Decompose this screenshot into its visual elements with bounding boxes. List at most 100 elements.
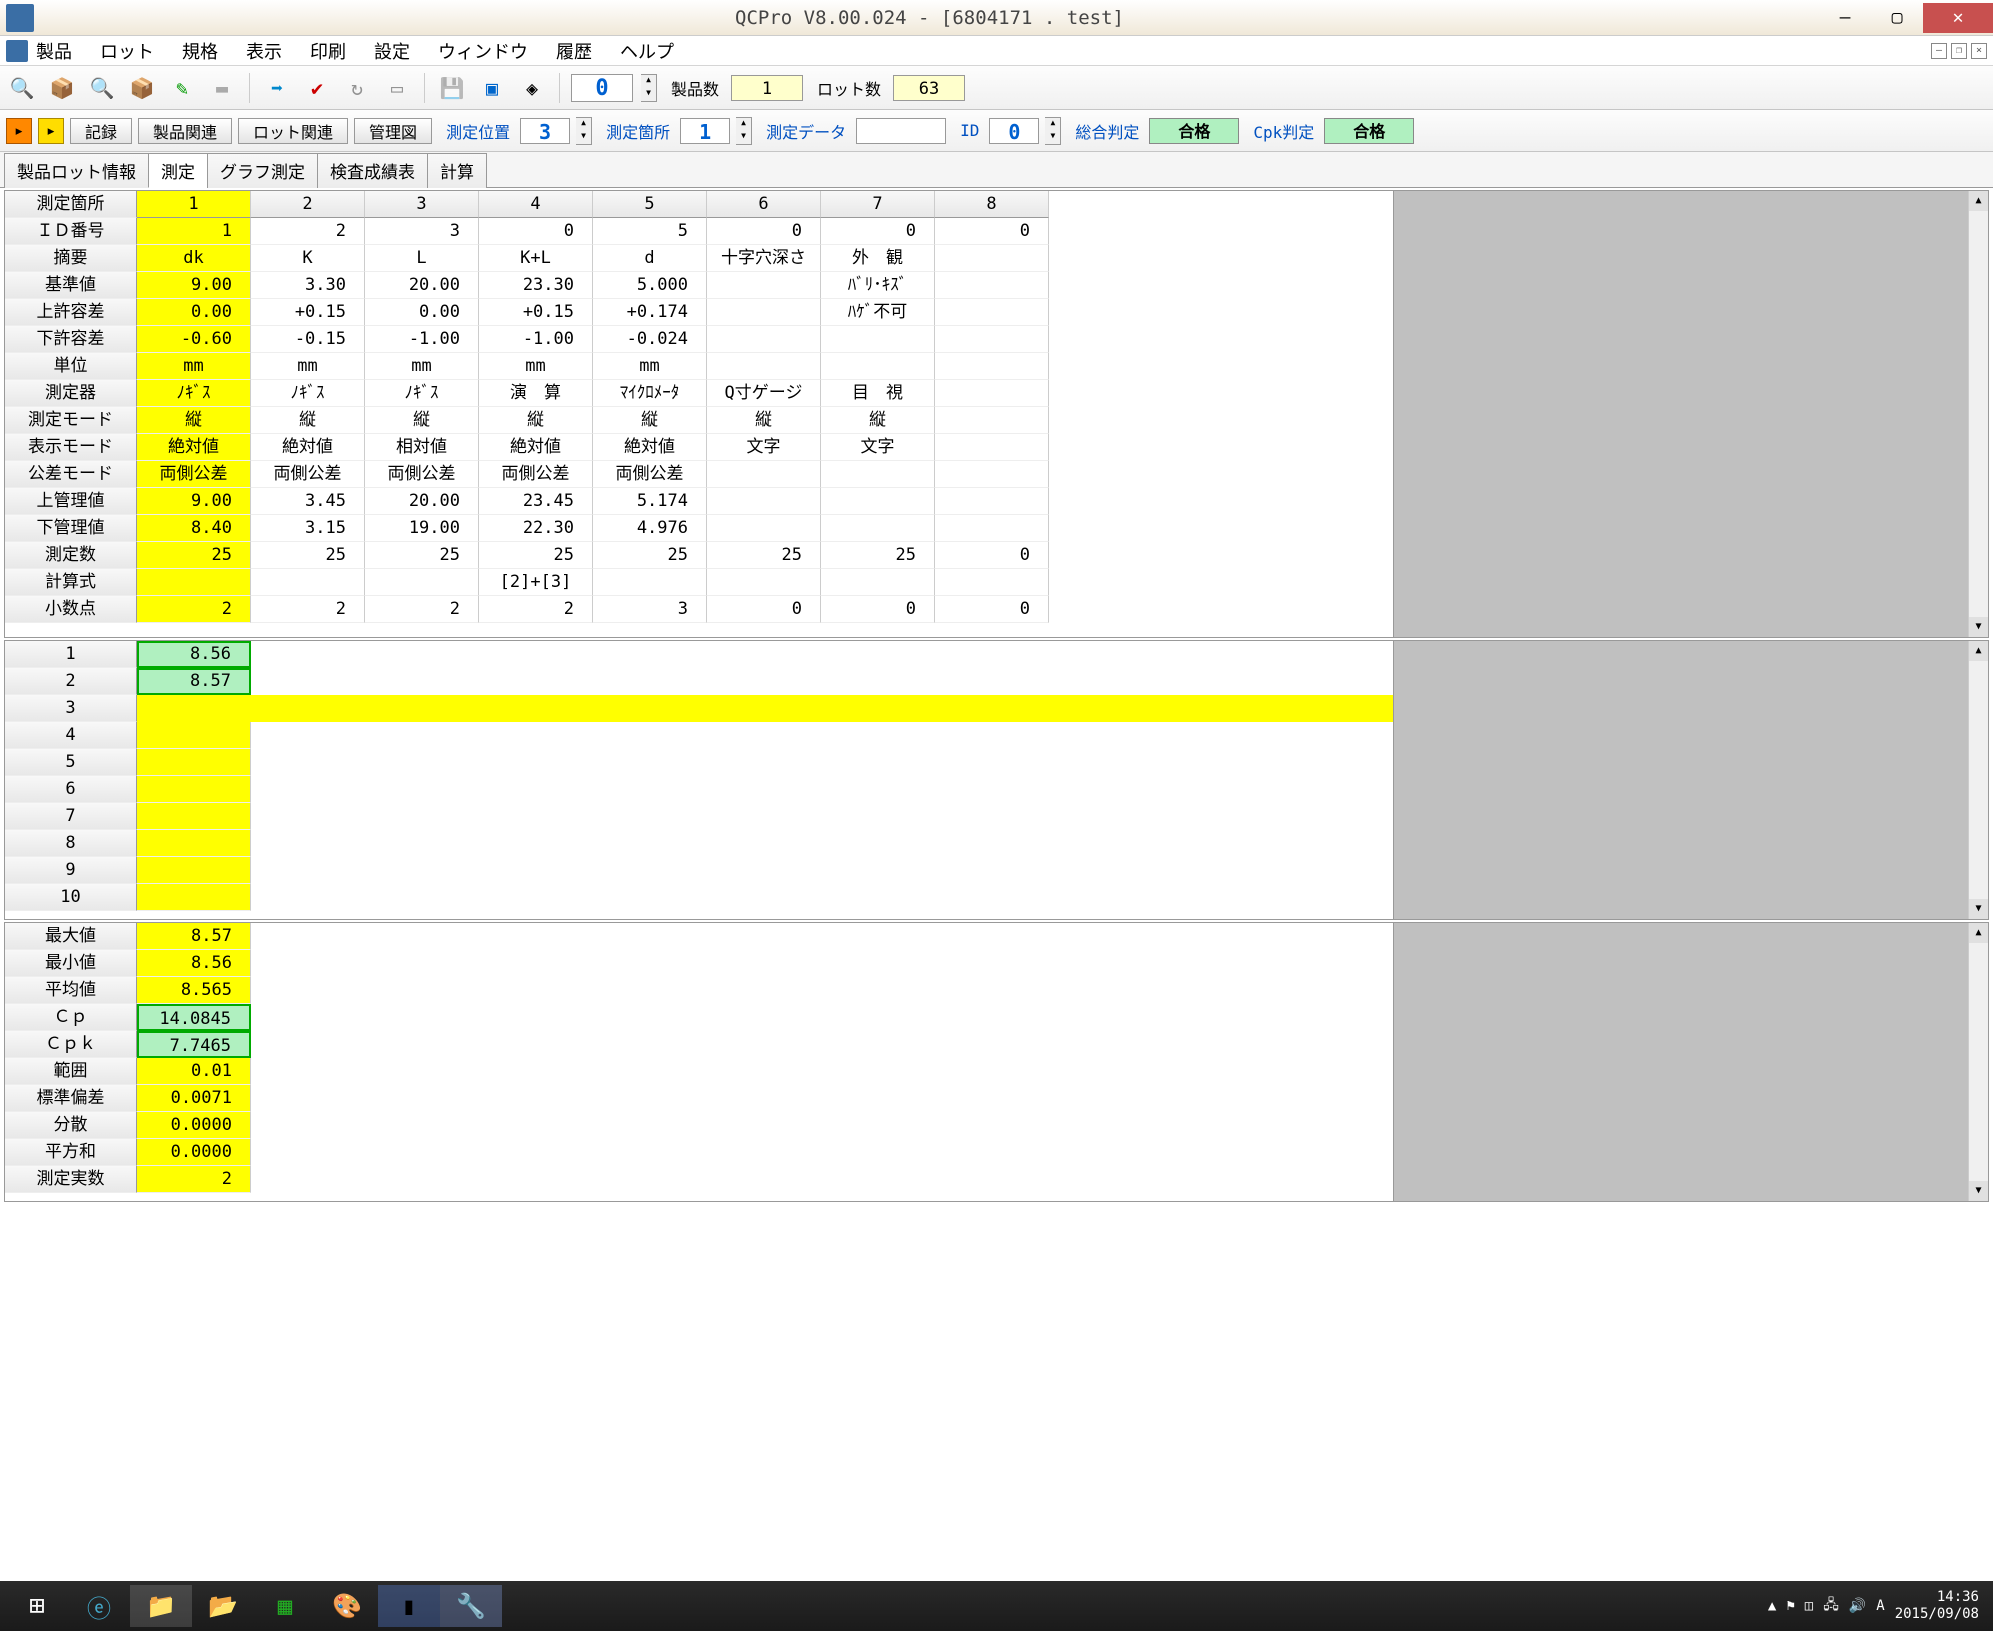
stat-rowheader: 範囲	[5, 1058, 137, 1085]
stat-rowheader: 分散	[5, 1112, 137, 1139]
start-button[interactable]: ⊞	[6, 1585, 68, 1627]
tab-graph[interactable]: グラフ測定	[207, 153, 318, 188]
id-value[interactable]: 0	[989, 118, 1039, 144]
meas-place-label: 測定箇所	[606, 119, 670, 143]
spec-scrollbar[interactable]: ▲▼	[1968, 191, 1988, 637]
clock[interactable]: 14:36 2015/09/08	[1895, 1589, 1987, 1623]
task-app2[interactable]: 🔧	[440, 1585, 502, 1627]
menu-spec[interactable]: 規格	[182, 38, 218, 64]
spec-cell	[707, 461, 821, 488]
meas-place-value[interactable]: 1	[680, 118, 730, 144]
mdi-restore-icon[interactable]: ❐	[1951, 43, 1967, 59]
spec-cell: 2	[251, 596, 365, 623]
search-box-icon[interactable]: 🔍	[6, 72, 38, 104]
spec-cell: 0	[935, 596, 1049, 623]
product-related-button[interactable]: 製品関連	[138, 118, 232, 144]
maximize-button[interactable]: ▢	[1871, 3, 1923, 33]
task-app1[interactable]: ▮	[378, 1585, 440, 1627]
spec-cell: 0	[707, 218, 821, 245]
spec-cell	[935, 515, 1049, 542]
measure-scrollbar[interactable]: ▲▼	[1968, 641, 1988, 919]
flag-yellow-icon[interactable]: ▸	[38, 118, 64, 144]
menu-history[interactable]: 履歴	[556, 38, 592, 64]
task-ie[interactable]: ⓔ	[68, 1585, 130, 1627]
task-folder[interactable]: 📂	[192, 1585, 254, 1627]
meas-pos-value[interactable]: 3	[520, 118, 570, 144]
spec-cell: 縦	[365, 407, 479, 434]
stat-rowheader: 測定実数	[5, 1166, 137, 1193]
tray-network-icon[interactable]: 🖧	[1823, 1594, 1839, 1618]
record-button[interactable]: 記録	[70, 118, 132, 144]
spec-cell: 25	[479, 542, 593, 569]
tab-inspection[interactable]: 検査成績表	[317, 153, 428, 188]
spec-cell: 両側公差	[365, 461, 479, 488]
tray-flag-icon[interactable]: ▲	[1768, 1598, 1776, 1614]
stat-rowheader: 平均値	[5, 977, 137, 1004]
spec-cell	[137, 569, 251, 596]
stat-cell: 0.0000	[137, 1139, 251, 1166]
flag-orange-icon[interactable]: ▸	[6, 118, 32, 144]
mdi-close-icon[interactable]: ×	[1971, 43, 1987, 59]
doc-icon[interactable]: ▭	[381, 72, 413, 104]
spec-cell: d	[593, 245, 707, 272]
menu-settings[interactable]: 設定	[374, 38, 410, 64]
place-spinner[interactable]: ▲▼	[736, 117, 752, 145]
meas-data-input[interactable]	[856, 118, 946, 144]
target-icon[interactable]: ◈	[516, 72, 548, 104]
lot-related-button[interactable]: ロット関連	[238, 118, 348, 144]
refresh-icon[interactable]: ↻	[341, 72, 373, 104]
add-box-icon[interactable]: 📦	[46, 72, 78, 104]
export-icon[interactable]: ➡	[261, 72, 293, 104]
spec-rowheader: 単位	[5, 353, 137, 380]
menu-product[interactable]: 製品	[36, 38, 72, 64]
menu-lot[interactable]: ロット	[100, 38, 154, 64]
minimize-button[interactable]: —	[1819, 3, 1871, 33]
tab-product-lot[interactable]: 製品ロット情報	[4, 153, 149, 188]
meas-rowheader: 2	[5, 668, 137, 695]
add-box2-icon[interactable]: 📦	[126, 72, 158, 104]
save-icon[interactable]: 💾	[436, 72, 468, 104]
tab-measure[interactable]: 測定	[148, 153, 208, 188]
spec-cell: ﾊｹﾞ不可	[821, 299, 935, 326]
spec-rowheader: 上許容差	[5, 299, 137, 326]
counter-spinner[interactable]: ▲▼	[641, 74, 657, 102]
menu-print[interactable]: 印刷	[310, 38, 346, 64]
task-explorer[interactable]: 📁	[130, 1585, 192, 1627]
spec-cell	[935, 569, 1049, 596]
spec-cell: 23.45	[479, 488, 593, 515]
spec-cell: ﾏｲｸﾛﾒｰﾀ	[593, 380, 707, 407]
meas-cell	[137, 722, 251, 749]
tray-ime-icon[interactable]: A	[1876, 1598, 1884, 1614]
task-excel[interactable]: ▦	[254, 1585, 316, 1627]
spec-rowheader: 公差モード	[5, 461, 137, 488]
stat-rowheader: 標準偏差	[5, 1085, 137, 1112]
stat-cell: 2	[137, 1166, 251, 1193]
control-chart-button[interactable]: 管理図	[354, 118, 432, 144]
spec-cell: 4.976	[593, 515, 707, 542]
spec-cell	[935, 272, 1049, 299]
window-icon[interactable]: ▣	[476, 72, 508, 104]
id-spinner[interactable]: ▲▼	[1045, 117, 1061, 145]
menu-window[interactable]: ウィンドウ	[438, 38, 528, 64]
tray-shield-icon[interactable]: ◫	[1805, 1598, 1813, 1614]
tray-volume-icon[interactable]: 🔊	[1849, 1598, 1866, 1614]
pos-spinner[interactable]: ▲▼	[576, 117, 592, 145]
stat-cell: 0.01	[137, 1058, 251, 1085]
spec-cell: 縦	[251, 407, 365, 434]
cpk-value: 合格	[1324, 118, 1414, 144]
stats-scrollbar[interactable]: ▲▼	[1968, 923, 1988, 1201]
spec-cell: -1.00	[365, 326, 479, 353]
tab-calc[interactable]: 計算	[427, 153, 487, 188]
tray-flag2-icon[interactable]: ⚑	[1786, 1598, 1794, 1614]
close-button[interactable]: ✕	[1923, 3, 1993, 33]
menu-view[interactable]: 表示	[246, 38, 282, 64]
spec-cell: -1.00	[479, 326, 593, 353]
stat-cell: 0.0071	[137, 1085, 251, 1112]
menu-help[interactable]: ヘルプ	[620, 38, 674, 64]
task-paint[interactable]: 🎨	[316, 1585, 378, 1627]
spec-cell	[251, 569, 365, 596]
check-icon[interactable]: ✔	[301, 72, 333, 104]
edit-icon[interactable]: ✎	[166, 72, 198, 104]
search-box2-icon[interactable]: 🔍	[86, 72, 118, 104]
mdi-min-icon[interactable]: –	[1931, 43, 1947, 59]
